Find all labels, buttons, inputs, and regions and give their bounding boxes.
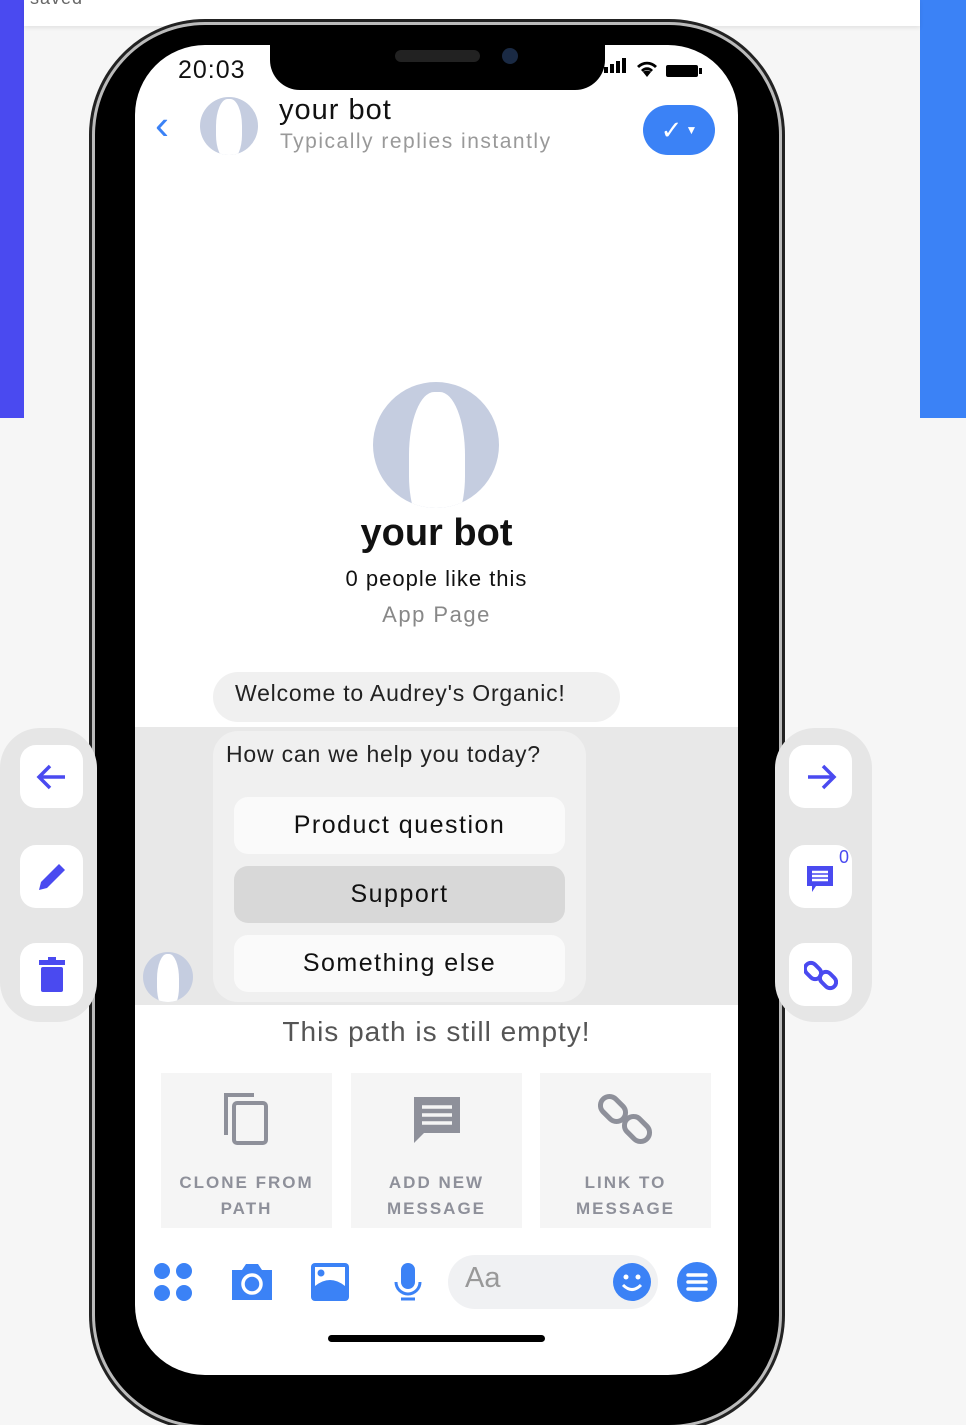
link-button[interactable] (789, 943, 852, 1006)
card-label-line2: MESSAGE (386, 1199, 487, 1218)
welcome-message[interactable]: Welcome to Audrey's Organic! (213, 672, 620, 722)
battery-icon (666, 65, 702, 77)
trash-icon (38, 956, 65, 992)
right-accent-stripe (920, 0, 966, 418)
chat-header-name: your bot (279, 94, 392, 126)
previous-button[interactable] (20, 745, 83, 808)
message-input-placeholder: Aa (465, 1262, 501, 1294)
card-label-line1: LINK TO (584, 1173, 667, 1192)
header-avatar (200, 97, 258, 155)
clone-from-path-card[interactable]: CLONE FROM PATH (161, 1073, 332, 1228)
arrow-right-icon (807, 764, 836, 789)
profile-likes: 0 people like this (345, 566, 528, 591)
bot-avatar-small (143, 952, 193, 1002)
apps-icon[interactable] (153, 1262, 193, 1302)
image-icon[interactable] (310, 1262, 350, 1302)
camera-icon[interactable] (230, 1262, 274, 1302)
delete-button[interactable] (20, 943, 83, 1006)
edit-button[interactable] (20, 845, 83, 908)
status-time: 20:03 (178, 56, 246, 84)
caret-down-icon: ▼ (685, 123, 698, 137)
pencil-icon (38, 863, 65, 890)
messages-button[interactable]: 0 (789, 845, 852, 908)
profile-page-type: App Page (382, 602, 491, 627)
card-label-line1: CLONE FROM (179, 1173, 314, 1192)
profile-avatar (373, 382, 499, 508)
signal-icon (604, 58, 628, 78)
chat-header-subtitle: Typically replies instantly (280, 130, 552, 153)
question-text: How can we help you today? (226, 741, 541, 767)
microphone-icon[interactable] (392, 1262, 424, 1302)
empty-path-text: This path is still empty! (282, 1016, 591, 1047)
saved-status: saved (30, 0, 83, 9)
link-icon (597, 1093, 652, 1145)
back-chevron-icon[interactable]: ‹ (155, 104, 169, 146)
home-indicator (328, 1335, 545, 1342)
next-button[interactable] (789, 745, 852, 808)
link-to-message-card[interactable]: LINK TO MESSAGE (540, 1073, 711, 1228)
card-label-line1: ADD NEW (388, 1173, 485, 1192)
left-tool-panel (0, 728, 97, 1022)
card-label-line2: MESSAGE (575, 1199, 676, 1218)
quick-reply-something-else[interactable]: Something else (234, 935, 565, 992)
wifi-icon (637, 61, 657, 77)
camera (502, 48, 518, 64)
copy-icon (223, 1093, 268, 1145)
emoji-icon[interactable] (612, 1262, 652, 1302)
card-label-line2: PATH (220, 1199, 273, 1218)
status-icons (604, 58, 702, 78)
card-label: CLONE FROM PATH (161, 1170, 332, 1222)
profile-name: your bot (360, 512, 513, 554)
card-label: ADD NEW MESSAGE (351, 1170, 522, 1222)
menu-icon[interactable] (676, 1261, 718, 1303)
left-accent-stripe (0, 0, 24, 418)
quick-reply-product-question[interactable]: Product question (234, 797, 565, 854)
right-tool-panel: 0 (775, 728, 872, 1022)
done-dropdown-button[interactable]: ✓ ▼ (643, 105, 715, 155)
top-bar (24, 0, 920, 26)
check-icon: ✓ (660, 114, 683, 145)
quick-reply-support[interactable]: Support (234, 866, 565, 923)
card-label: LINK TO MESSAGE (540, 1170, 711, 1222)
speaker (395, 50, 480, 62)
add-new-message-card[interactable]: ADD NEW MESSAGE (351, 1073, 522, 1228)
message-icon (413, 1097, 460, 1143)
message-count-badge: 0 (838, 847, 849, 867)
link-icon (803, 960, 838, 990)
message-icon (806, 865, 833, 892)
arrow-left-icon (36, 764, 65, 789)
